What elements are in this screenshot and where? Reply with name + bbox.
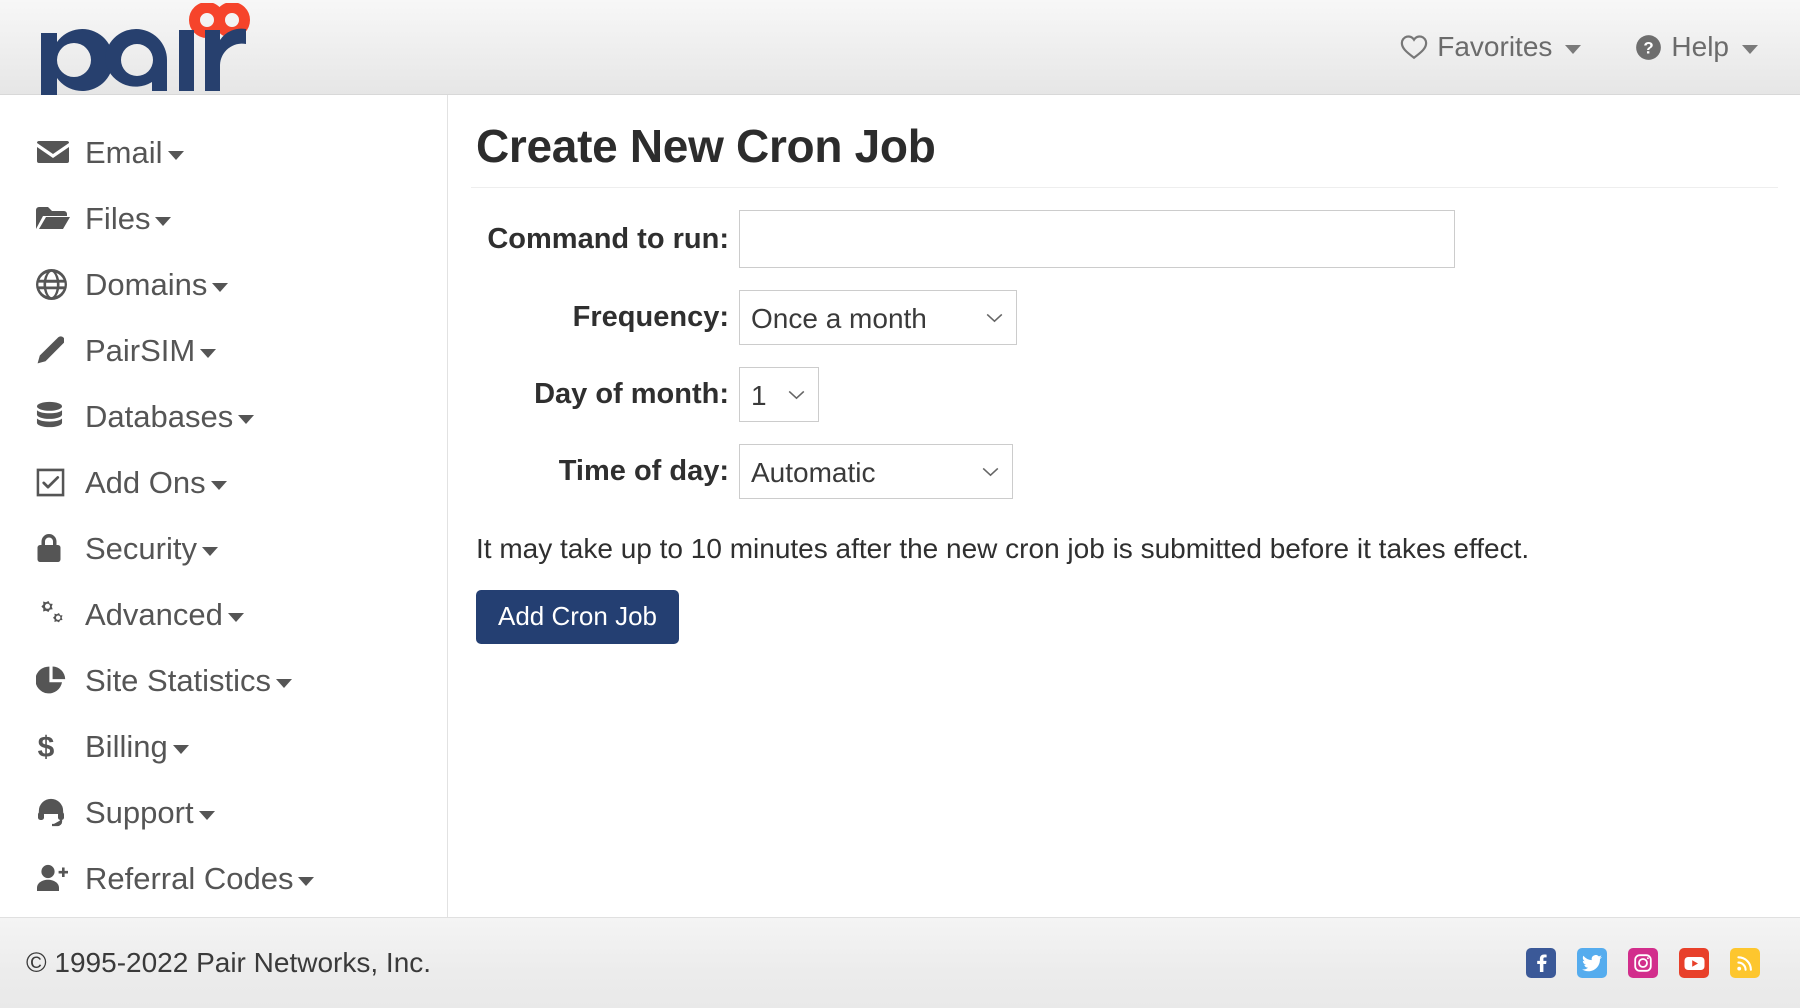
sidebar-item-label: Add Ons bbox=[85, 464, 206, 500]
frequency-select-wrap: Once a month bbox=[739, 290, 1017, 345]
question-circle-icon: ? bbox=[1635, 34, 1662, 61]
sidebar-item-site-statistics[interactable]: Site Statistics bbox=[0, 647, 447, 713]
sidebar-item-security[interactable]: Security bbox=[0, 515, 447, 581]
facebook-icon[interactable] bbox=[1526, 948, 1556, 978]
favorites-label: Favorites bbox=[1437, 31, 1553, 62]
sidebar-item-referral-codes[interactable]: Referral Codes bbox=[0, 845, 447, 911]
main-content: Create New Cron Job Command to run: Freq… bbox=[449, 95, 1800, 917]
check-square-icon bbox=[36, 464, 74, 500]
headset-icon bbox=[36, 794, 74, 830]
sidebar-item-label: Databases bbox=[85, 398, 234, 434]
sidebar-item-databases[interactable]: Databases bbox=[0, 383, 447, 449]
globe-icon bbox=[36, 266, 74, 302]
sidebar-item-label: PairSIM bbox=[85, 332, 196, 368]
pair-logo[interactable] bbox=[33, 0, 273, 95]
copyright-text: © 1995-2022 Pair Networks, Inc. bbox=[26, 947, 432, 978]
pen-icon bbox=[36, 332, 74, 368]
top-header: Favorites ? Help bbox=[0, 0, 1800, 95]
rss-icon[interactable] bbox=[1730, 948, 1760, 978]
add-cron-job-button[interactable]: Add Cron Job bbox=[476, 590, 679, 644]
form-row-time-of-day: Time of day: Automatic bbox=[449, 444, 1800, 499]
form-row-frequency: Frequency: Once a month bbox=[449, 290, 1800, 345]
svg-text:$: $ bbox=[38, 731, 55, 762]
cron-delay-note: It may take up to 10 minutes after the n… bbox=[476, 533, 1530, 564]
chevron-down-icon bbox=[1565, 44, 1582, 54]
frequency-select[interactable]: Once a month bbox=[739, 290, 1017, 345]
folder-open-icon bbox=[36, 200, 74, 236]
sidebar-item-label: Domains bbox=[85, 266, 208, 302]
user-plus-icon bbox=[36, 860, 74, 896]
sidebar-item-label: Security bbox=[85, 530, 197, 566]
header-actions: Favorites ? Help bbox=[1400, 31, 1758, 63]
sidebar-item-label: Site Statistics bbox=[85, 662, 272, 698]
chevron-down-icon bbox=[298, 877, 315, 886]
sidebar-item-billing[interactable]: $ Billing bbox=[0, 713, 447, 779]
page-footer: © 1995-2022 Pair Networks, Inc. bbox=[0, 917, 1800, 1008]
chevron-down-icon bbox=[227, 613, 244, 622]
dollar-icon: $ bbox=[36, 728, 74, 764]
sidebar-item-add-ons[interactable]: Add Ons bbox=[0, 449, 447, 515]
sidebar-item-label: Email bbox=[85, 134, 163, 170]
form-row-day-of-month: Day of month: 1 bbox=[449, 367, 1800, 422]
help-menu[interactable]: ? Help bbox=[1635, 31, 1758, 63]
command-label: Command to run: bbox=[487, 222, 729, 255]
chevron-down-icon bbox=[155, 217, 172, 226]
sidebar-item-files[interactable]: Files bbox=[0, 185, 447, 251]
page-title: Create New Cron Job bbox=[476, 120, 936, 172]
heart-icon bbox=[1400, 34, 1428, 60]
chevron-down-icon bbox=[172, 745, 189, 754]
sidebar-item-advanced[interactable]: Advanced bbox=[0, 581, 447, 647]
chevron-down-icon bbox=[198, 811, 215, 820]
twitter-icon[interactable] bbox=[1577, 948, 1607, 978]
database-icon bbox=[36, 398, 74, 434]
sidebar-item-label: Files bbox=[85, 200, 151, 236]
sidebar-item-support[interactable]: Support bbox=[0, 779, 447, 845]
chevron-down-icon bbox=[212, 283, 229, 292]
form-row-command: Command to run: bbox=[449, 210, 1800, 268]
favorites-menu[interactable]: Favorites bbox=[1400, 31, 1582, 63]
cogs-icon bbox=[36, 596, 74, 632]
chevron-down-icon bbox=[210, 481, 227, 490]
main-sidebar: Email Files Domains PairSIM Databases Ad… bbox=[0, 95, 448, 917]
sidebar-item-pairsim[interactable]: PairSIM bbox=[0, 317, 447, 383]
day-of-month-select-wrap: 1 bbox=[739, 367, 819, 422]
time-of-day-label: Time of day: bbox=[558, 455, 729, 487]
title-divider bbox=[471, 187, 1778, 188]
help-label: Help bbox=[1671, 31, 1729, 62]
time-of-day-select[interactable]: Automatic bbox=[739, 444, 1013, 499]
lock-icon bbox=[36, 530, 74, 566]
chevron-down-icon bbox=[1742, 44, 1758, 54]
pie-chart-icon bbox=[36, 662, 74, 698]
chevron-down-icon bbox=[167, 151, 184, 160]
sidebar-item-label: Support bbox=[85, 794, 194, 830]
chevron-down-icon bbox=[276, 679, 293, 688]
social-links bbox=[1526, 948, 1760, 978]
youtube-icon[interactable] bbox=[1679, 948, 1709, 978]
sidebar-item-label: Advanced bbox=[85, 596, 223, 632]
day-of-month-label: Day of month: bbox=[534, 378, 729, 410]
envelope-icon bbox=[36, 134, 74, 170]
frequency-label: Frequency: bbox=[572, 301, 729, 333]
day-of-month-select[interactable]: 1 bbox=[739, 367, 819, 422]
time-of-day-select-wrap: Automatic bbox=[739, 444, 1013, 499]
sidebar-item-label: Billing bbox=[85, 728, 168, 764]
chevron-down-icon bbox=[200, 349, 217, 358]
sidebar-item-label: Referral Codes bbox=[85, 860, 294, 896]
command-input[interactable] bbox=[739, 210, 1455, 268]
chevron-down-icon bbox=[201, 547, 218, 556]
sidebar-item-domains[interactable]: Domains bbox=[0, 251, 447, 317]
svg-text:?: ? bbox=[1644, 38, 1654, 57]
chevron-down-icon bbox=[238, 415, 255, 424]
sidebar-item-email[interactable]: Email bbox=[0, 119, 447, 185]
instagram-icon[interactable] bbox=[1628, 948, 1658, 978]
